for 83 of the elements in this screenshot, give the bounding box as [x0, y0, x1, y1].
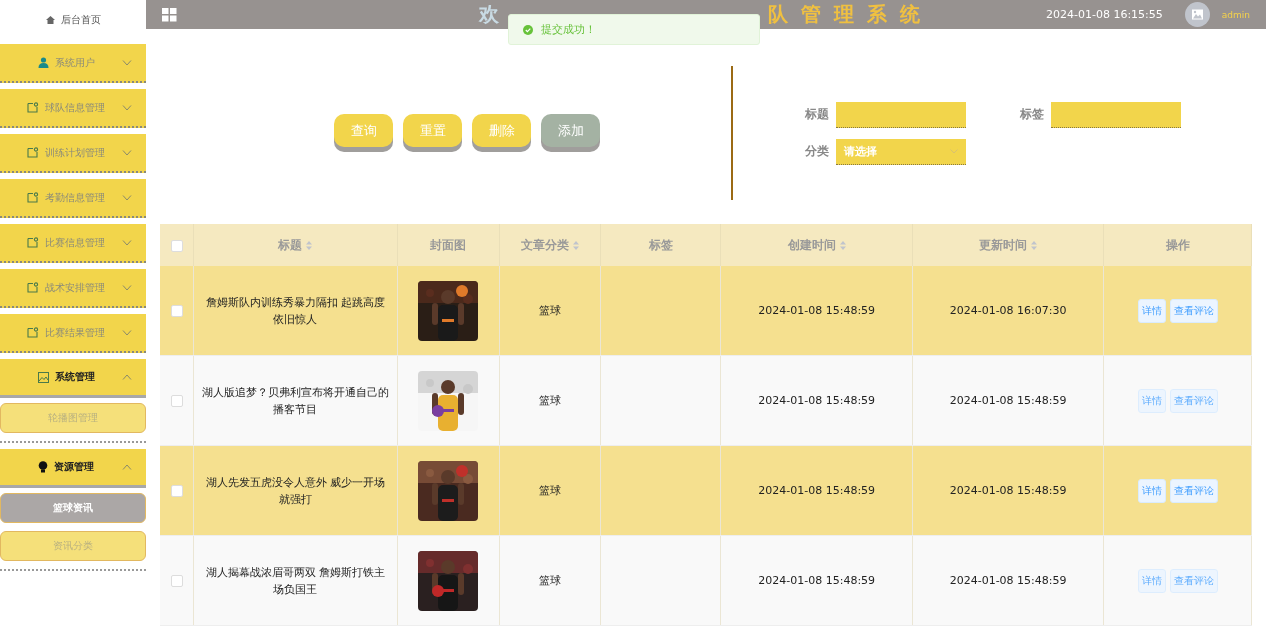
category-select[interactable]: 请选择: [836, 138, 966, 165]
document-icon: [27, 147, 39, 158]
row-action-button[interactable]: 详情: [1137, 298, 1166, 323]
row-action-button[interactable]: 查看评论: [1169, 478, 1218, 503]
sidebar-menu-item[interactable]: 比赛信息管理: [0, 224, 146, 263]
sidebar-menu-item[interactable]: 资源管理: [0, 449, 146, 488]
table-cell: 篮球: [538, 394, 561, 407]
chevron-down-icon: [122, 104, 132, 111]
article-title: 湖人版追梦？贝弗利宣布将开通自己的播客节目: [200, 384, 390, 418]
document-icon: [27, 282, 39, 293]
username[interactable]: admin: [1221, 9, 1250, 20]
column-header[interactable]: 标题: [278, 237, 313, 252]
sort-icon: [306, 240, 313, 250]
chevron-up-icon: [122, 464, 132, 470]
caret-icon: [950, 148, 958, 154]
sort-icon: [572, 240, 579, 250]
document-icon: [27, 327, 39, 338]
article-title: 詹姆斯队内训练秀暴力隔扣 起跳高度依旧惊人: [204, 294, 387, 328]
chevron-down-icon: [122, 329, 132, 336]
row-action-button[interactable]: 详情: [1137, 568, 1166, 593]
grid-menu-icon[interactable]: [162, 7, 177, 22]
avatar-icon[interactable]: [1184, 2, 1210, 27]
table-cell: 2024-01-08 15:48:59: [949, 484, 1067, 497]
sidebar-menu-item[interactable]: 比赛结果管理: [0, 314, 146, 353]
sidebar-menu-item[interactable]: 训练计划管理: [0, 134, 146, 173]
sidebar-menu-item[interactable]: 系统管理: [0, 359, 146, 398]
row-checkbox[interactable]: [170, 485, 183, 497]
datetime: 2024-01-08 16:15:55: [1045, 8, 1163, 21]
row-action-button[interactable]: 查看评论: [1169, 298, 1218, 323]
chevron-up-icon: [122, 374, 132, 380]
row-action-button[interactable]: 查看评论: [1169, 568, 1218, 593]
table-cell: 2024-01-08 15:48:59: [949, 394, 1067, 407]
field-label: 标签: [1020, 106, 1045, 123]
app-title: 队管理系统: [768, 1, 933, 28]
document-icon: [27, 102, 39, 113]
chevron-down-icon: [122, 284, 132, 291]
row-action-button[interactable]: 查看评论: [1169, 388, 1218, 413]
chevron-down-icon: [122, 239, 132, 246]
row-action-button[interactable]: 详情: [1137, 388, 1166, 413]
home-icon: [45, 16, 55, 24]
user-icon: [37, 57, 49, 68]
sidebar-menu-item[interactable]: 战术安排管理: [0, 269, 146, 308]
table-cell: 2024-01-08 16:07:30: [949, 304, 1067, 317]
row-checkbox[interactable]: [170, 575, 183, 587]
table-cell: 2024-01-08 15:48:59: [758, 574, 876, 587]
column-header[interactable]: 创建时间: [787, 237, 846, 252]
chevron-down-icon: [122, 149, 132, 156]
table-cell: 2024-01-08 15:48:59: [758, 304, 876, 317]
column-header[interactable]: 更新时间: [979, 237, 1038, 252]
field-label: 分类: [805, 143, 830, 160]
sidebar-menu-item[interactable]: 球队信息管理: [0, 89, 146, 128]
check-circle-icon: [523, 24, 533, 35]
table-cell: 2024-01-08 15:48:59: [758, 394, 876, 407]
table-cell: 篮球: [538, 574, 561, 587]
sort-icon: [839, 240, 846, 250]
sidebar-menu-item[interactable]: 考勤信息管理: [0, 179, 146, 218]
chevron-down-icon: [122, 194, 132, 201]
app-title: 欢: [479, 1, 499, 28]
document-icon: [27, 237, 39, 248]
bulb-icon: [38, 461, 48, 473]
document-icon: [27, 192, 39, 203]
column-header: 封面图: [430, 237, 467, 252]
submenu-item[interactable]: 篮球资讯: [0, 493, 146, 523]
sidebar-menu-item[interactable]: 系统用户: [0, 44, 146, 83]
input-field[interactable]: [1051, 101, 1181, 128]
article-title: 湖人先发五虎没令人意外 威少一开场就强打: [204, 474, 387, 508]
image-icon: [37, 371, 49, 383]
table-cell: 2024-01-08 15:48:59: [758, 484, 876, 497]
article-title: 湖人揭幕战浓眉哥两双 詹姆斯打铁主场负国王: [204, 564, 387, 598]
toast-message: 提交成功！: [508, 14, 760, 45]
field-label: 标题: [805, 106, 830, 123]
select-all-checkbox[interactable]: [170, 239, 183, 252]
table-cell: 篮球: [538, 484, 561, 497]
row-checkbox[interactable]: [170, 395, 183, 407]
column-header: 操作: [1165, 237, 1190, 252]
row-action-button[interactable]: 详情: [1137, 478, 1166, 503]
input-field[interactable]: [836, 101, 966, 128]
table-cell: 2024-01-08 15:48:59: [949, 574, 1067, 587]
row-checkbox[interactable]: [170, 305, 183, 317]
sort-icon: [1031, 240, 1038, 250]
column-header: 标签: [648, 237, 673, 252]
table-cell: 篮球: [538, 304, 561, 317]
chevron-down-icon: [122, 59, 132, 66]
